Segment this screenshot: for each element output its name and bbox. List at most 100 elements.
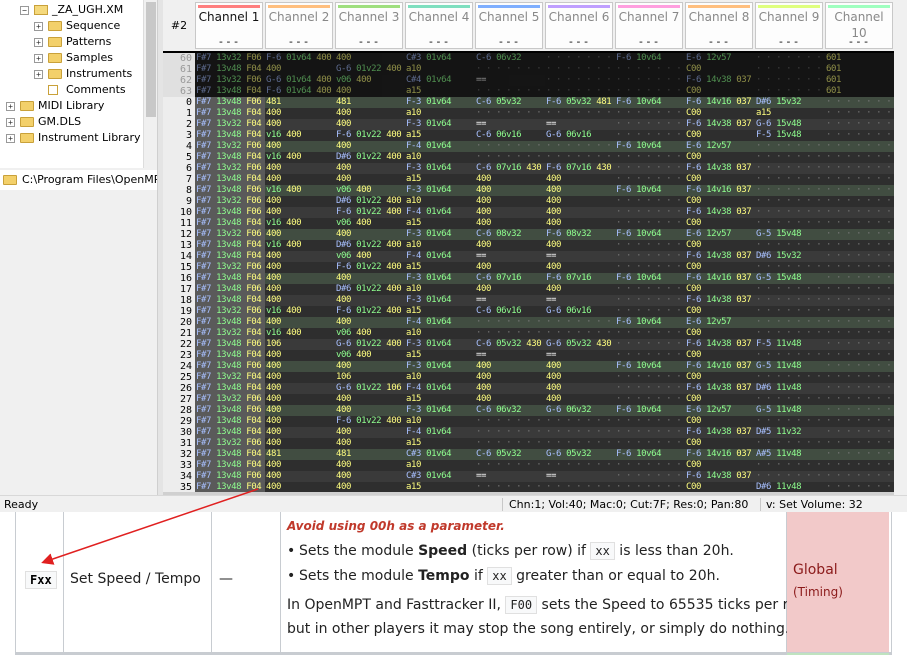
tree-item[interactable]: + Patterns xyxy=(0,34,143,50)
pattern-cell[interactable]: F#7 13v32 F06 xyxy=(195,141,265,152)
pattern-cell[interactable]: · · · · · · · · · · · xyxy=(475,416,545,427)
pattern-cell[interactable]: G-5 11v48 xyxy=(755,405,825,416)
pattern-cell[interactable]: E-6 12v57 xyxy=(685,141,755,152)
pattern-cell[interactable]: 400 xyxy=(265,196,335,207)
pattern-cell[interactable]: == xyxy=(475,119,545,130)
pattern-cell[interactable]: · · · · · · · · · · · xyxy=(615,218,685,229)
pattern-cell[interactable]: v16 400 xyxy=(265,328,335,339)
pattern-cell[interactable]: F#7 13v48 F04 xyxy=(195,460,265,471)
pattern-cell[interactable]: 400 xyxy=(265,372,335,383)
pattern-cell[interactable]: · · · · · · · · · · · xyxy=(825,383,894,394)
pattern-cell[interactable]: 400 xyxy=(335,482,405,492)
pattern-cell[interactable]: · · · · · · · · · · · xyxy=(615,207,685,218)
pattern-cell[interactable]: 400 xyxy=(335,229,405,240)
pattern-cell[interactable]: F-6 10v64 xyxy=(615,449,685,460)
pattern-cell[interactable]: 400 xyxy=(335,438,405,449)
pattern-cell[interactable]: C00 xyxy=(685,64,755,75)
pattern-cell[interactable]: · · · · · · · · · · · xyxy=(545,108,615,119)
pattern-cell[interactable]: · · · · · · · · · · · xyxy=(825,119,894,130)
pattern-cell[interactable]: C#4 01v64 xyxy=(405,75,475,86)
pattern-cell[interactable]: · · · · · · · · · · · xyxy=(825,350,894,361)
row-number[interactable]: 22 xyxy=(163,339,195,350)
pattern-cell[interactable]: · · · · · · · · · · · xyxy=(615,438,685,449)
pattern-cell[interactable]: 400 xyxy=(265,416,335,427)
row-number[interactable]: 16 xyxy=(163,273,195,284)
pattern-cell[interactable]: F-6 07v16 430 xyxy=(545,163,615,174)
pattern-cell[interactable]: 400 xyxy=(335,141,405,152)
pattern-cell[interactable]: 400 xyxy=(545,284,615,295)
pattern-cell[interactable]: 400 xyxy=(335,273,405,284)
pattern-cell[interactable]: · · · · · · · · · · · xyxy=(825,361,894,372)
pattern-cell[interactable]: C-6 08v32 xyxy=(475,229,545,240)
pattern-cell[interactable]: F-6 10v64 xyxy=(615,273,685,284)
pattern-cell[interactable]: · · · · · · · · · · · xyxy=(545,482,615,492)
pattern-cell[interactable]: · · · · · · · · · · · xyxy=(825,130,894,141)
row-number[interactable]: 12 xyxy=(163,229,195,240)
pattern-cell[interactable]: a15 xyxy=(405,86,475,97)
pattern-cell[interactable]: a15 xyxy=(405,262,475,273)
pattern-cell[interactable]: · · · · · · · · · · · xyxy=(615,75,685,86)
pattern-cell[interactable]: C#3 01v64 xyxy=(405,53,475,64)
pattern-cell[interactable]: v16 400 xyxy=(265,306,335,317)
row-number[interactable]: 28 xyxy=(163,405,195,416)
pattern-cell[interactable]: · · · · · · · · · · · xyxy=(755,174,825,185)
pattern-cell[interactable]: · · · · · · · · · · · xyxy=(615,251,685,262)
pattern-cell[interactable]: · · · · · · · · · · · xyxy=(545,438,615,449)
pattern-cell[interactable]: F-6 14v38 037 xyxy=(685,163,755,174)
pattern-cell[interactable]: 400 xyxy=(265,207,335,218)
pattern-cell[interactable]: a10 xyxy=(405,328,475,339)
pattern-cell[interactable]: C-6 06v32 xyxy=(475,53,545,64)
pattern-cell[interactable]: · · · · · · · · · · · xyxy=(825,317,894,328)
pattern-cell[interactable]: G-6 06v32 xyxy=(545,405,615,416)
pattern-cell[interactable]: a10 xyxy=(405,240,475,251)
pattern-cell[interactable]: F#7 13v48 F04 xyxy=(195,295,265,306)
pattern-cell[interactable]: F-6 01v64 400 xyxy=(265,53,335,64)
pattern-cell[interactable]: 601 xyxy=(825,64,894,75)
pattern-cell[interactable]: · · · · · · · · · · · xyxy=(755,295,825,306)
pattern-cell[interactable]: · · · · · · · · · · · xyxy=(615,328,685,339)
row-number[interactable]: 8 xyxy=(163,185,195,196)
row-number[interactable]: 11 xyxy=(163,218,195,229)
pattern-cell[interactable]: · · · · · · · · · · · xyxy=(475,108,545,119)
row-number[interactable]: 10 xyxy=(163,207,195,218)
pattern-cell[interactable]: 400 xyxy=(335,317,405,328)
pattern-cell[interactable]: 400 xyxy=(265,471,335,482)
pattern-cell[interactable]: C#3 01v64 xyxy=(405,449,475,460)
pattern-cell[interactable]: D#6 01v22 400 xyxy=(335,196,405,207)
pattern-cell[interactable]: F#7 13v32 F06 xyxy=(195,262,265,273)
pattern-cell[interactable]: C00 xyxy=(685,108,755,119)
pattern-cell[interactable]: · · · · · · · · · · · xyxy=(615,350,685,361)
pattern-cell[interactable]: F#7 13v48 F06 xyxy=(195,185,265,196)
pattern-cell[interactable]: · · · · · · · · · · · xyxy=(825,229,894,240)
pattern-cell[interactable]: · · · · · · · · · · · xyxy=(825,240,894,251)
pattern-cell[interactable]: 400 xyxy=(475,174,545,185)
pattern-cell[interactable]: · · · · · · · · · · · xyxy=(755,75,825,86)
pattern-cell[interactable]: · · · · · · · · · · · xyxy=(545,460,615,471)
pattern-cell[interactable]: a10 xyxy=(405,284,475,295)
pattern-cell[interactable]: 400 xyxy=(265,174,335,185)
pattern-cell[interactable]: · · · · · · · · · · · xyxy=(615,383,685,394)
pattern-cell[interactable]: · · · · · · · · · · · xyxy=(545,53,615,64)
pattern-cell[interactable]: · · · · · · · · · · · xyxy=(615,64,685,75)
pattern-cell[interactable]: F-6 14v16 037 xyxy=(685,273,755,284)
pattern-cell[interactable]: · · · · · · · · · · · xyxy=(615,295,685,306)
row-number[interactable]: 35 xyxy=(163,482,195,492)
pattern-cell[interactable]: 400 xyxy=(335,295,405,306)
pattern-cell[interactable]: == xyxy=(475,471,545,482)
pattern-cell[interactable]: F-3 01v64 xyxy=(405,185,475,196)
pattern-cell[interactable]: · · · · · · · · · · · xyxy=(825,372,894,383)
pattern-cell[interactable]: 400 xyxy=(545,207,615,218)
pattern-cell[interactable]: 400 xyxy=(265,251,335,262)
row-number[interactable]: 0 xyxy=(163,97,195,108)
pattern-cell[interactable]: · · · · · · · · · · · xyxy=(755,471,825,482)
expand-icon[interactable]: + xyxy=(34,70,43,79)
pattern-cell[interactable]: a15 xyxy=(755,108,825,119)
pattern-cell[interactable]: 400 xyxy=(335,174,405,185)
pattern-cell[interactable]: F-4 01v64 xyxy=(405,427,475,438)
channel-header-2[interactable]: Channel 2 --- xyxy=(265,2,333,49)
pattern-cell[interactable]: F#7 13v48 F04 xyxy=(195,174,265,185)
pattern-cell[interactable]: · · · · · · · · · · · xyxy=(475,86,545,97)
pattern-cell[interactable]: C00 xyxy=(685,416,755,427)
pattern-cell[interactable]: a15 xyxy=(405,394,475,405)
pattern-cell[interactable]: F#7 13v48 F04 xyxy=(195,350,265,361)
